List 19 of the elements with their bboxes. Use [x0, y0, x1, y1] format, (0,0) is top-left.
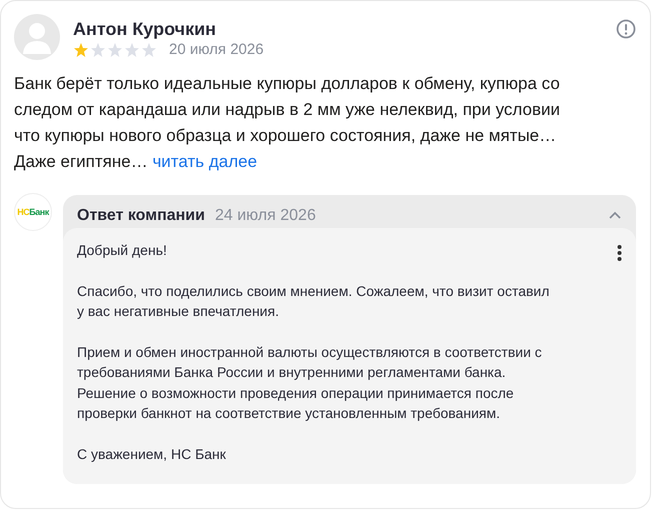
empty-star-icon	[141, 42, 157, 58]
review-text: Банк берёт только идеальные купюры долларов к обмену, купюра со следом от карандаша или надрыв в 2 мм уже нелеквид, при условии что купюры нового образца и хорошего состояния, даже не мятые… Даже египтяне… читать далее	[14, 73, 560, 173]
more-options-icon[interactable]	[617, 244, 622, 262]
company-logo: НСБанк	[14, 193, 52, 231]
empty-star-icon	[90, 42, 106, 58]
reply-paragraph: Прием и обмен иностранной валюты осуществляются в соответствии с требованиями Банка России и внутренними регламентами банка. Решение о возможности проведения операции принимается после проверки банкнот на соответствие установленным требованиям.	[77, 342, 543, 423]
reply-paragraph: Спасибо, что поделились своим мнением. Сожалеем, что визит оставил у вас негативные впечатления.	[77, 282, 550, 321]
empty-star-icon	[124, 42, 140, 58]
author-name: Антон Курочкин	[73, 19, 218, 40]
collapse-icon[interactable]	[608, 210, 622, 221]
read-more-link[interactable]: читать далее	[152, 152, 258, 171]
review-date: 20 июля 2026	[169, 41, 264, 58]
reply-paragraph: С уважением, НС Банк	[77, 444, 227, 464]
reply-date: 24 июля 2026	[214, 206, 317, 224]
reply-paragraph: Добрый день!	[77, 241, 168, 260]
empty-star-icon	[107, 42, 123, 58]
filled-star-icon	[73, 42, 89, 58]
warning-icon	[616, 19, 636, 39]
reply-title: Ответ компании	[77, 206, 205, 224]
